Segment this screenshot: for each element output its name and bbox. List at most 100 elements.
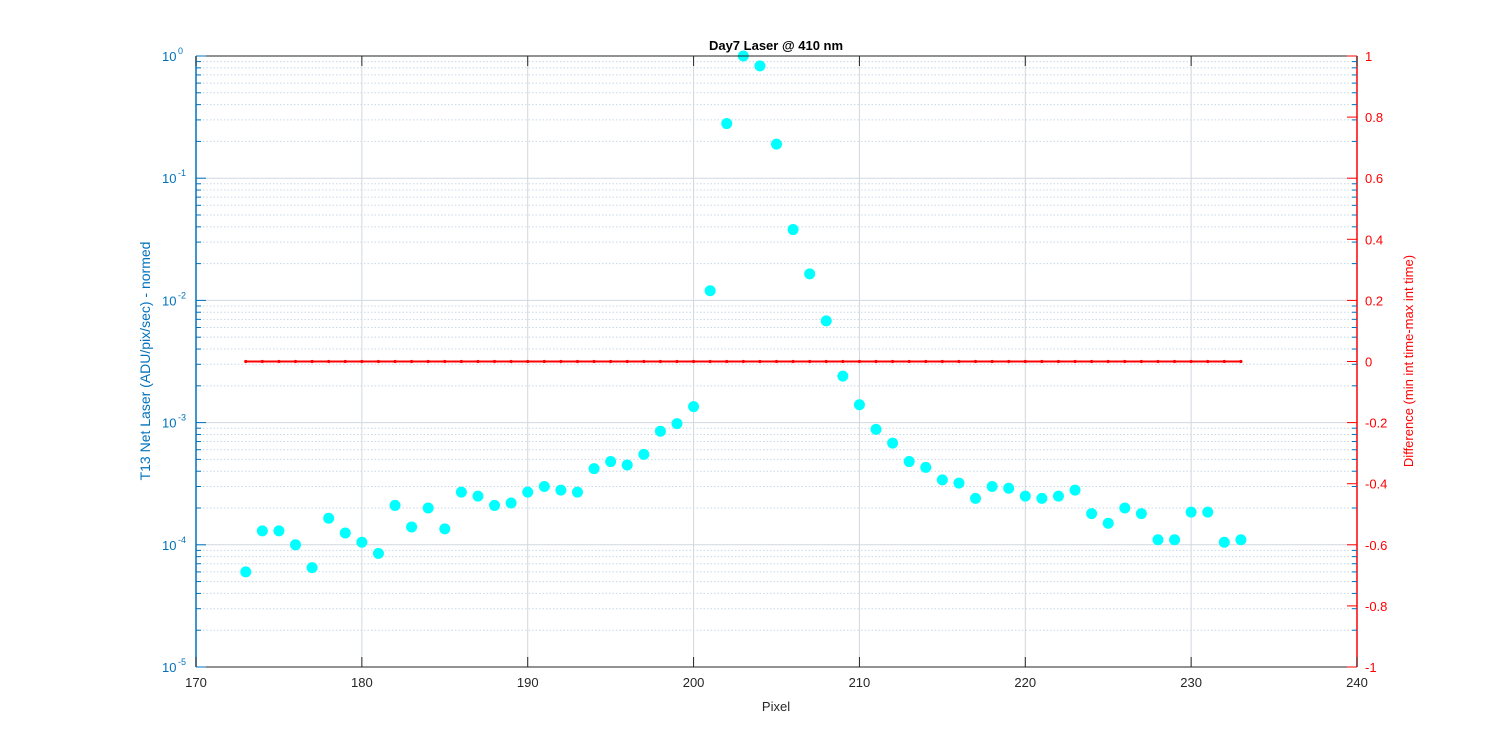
- right-tick-label: 0.2: [1365, 293, 1383, 308]
- difference-point: [609, 359, 613, 364]
- difference-point: [1239, 359, 1243, 364]
- data-point: [538, 480, 550, 492]
- difference-point: [1040, 359, 1044, 364]
- data-point: [273, 525, 285, 537]
- difference-point: [857, 359, 862, 364]
- difference-point: [625, 359, 629, 364]
- data-point: [290, 539, 302, 551]
- data-point: [422, 502, 434, 514]
- right-tick-label: 0.6: [1365, 171, 1383, 186]
- right-tick-label: -0.4: [1365, 477, 1387, 492]
- left-tick-label-exponent: -4: [178, 535, 186, 545]
- data-point: [1052, 490, 1064, 502]
- data-point: [704, 285, 716, 297]
- difference-point: [443, 359, 447, 364]
- right-tick-label: -0.6: [1365, 538, 1387, 553]
- difference-point: [1172, 359, 1177, 364]
- data-point: [771, 138, 782, 150]
- difference-point: [1073, 359, 1077, 364]
- data-point: [1069, 484, 1081, 496]
- difference-point: [708, 359, 712, 364]
- difference-point: [509, 359, 513, 364]
- right-tick-label: 1: [1365, 49, 1372, 64]
- difference-point: [1206, 359, 1210, 364]
- difference-point: [957, 359, 961, 364]
- right-tick-label: -0.8: [1365, 599, 1387, 614]
- data-point: [986, 480, 998, 492]
- right-tick-label: 0: [1365, 355, 1372, 370]
- difference-point: [1106, 359, 1110, 364]
- difference-point: [360, 359, 364, 364]
- difference-point: [808, 359, 812, 364]
- data-point: [1003, 482, 1015, 494]
- difference-point: [725, 359, 729, 364]
- data-point: [1169, 534, 1181, 546]
- data-point: [688, 401, 700, 413]
- data-point: [1036, 492, 1048, 504]
- difference-point: [592, 359, 596, 364]
- right-y-axis-label: Difference (min int time-max int time): [1401, 255, 1416, 467]
- difference-point: [542, 359, 546, 364]
- data-point: [621, 459, 633, 471]
- difference-point: [327, 359, 331, 364]
- data-point: [1135, 508, 1147, 520]
- difference-point: [1023, 359, 1027, 364]
- data-point: [1019, 490, 1031, 502]
- difference-point: [277, 359, 281, 364]
- data-point: [505, 497, 517, 509]
- x-tick-label: 200: [683, 675, 705, 690]
- left-y-axis-label: T13 Net Laser (ADU/pix/sec) - normed: [137, 242, 153, 481]
- data-point: [953, 477, 965, 489]
- left-tick-label: 10: [162, 416, 176, 431]
- data-point: [1152, 534, 1164, 546]
- data-point: [455, 486, 467, 498]
- x-tick-label: 190: [517, 675, 539, 690]
- difference-point: [293, 359, 298, 364]
- left-tick-label: 10: [162, 49, 176, 64]
- difference-point: [1007, 359, 1011, 364]
- left-tick-label-exponent: -2: [178, 290, 186, 300]
- difference-point: [1189, 359, 1193, 364]
- data-point: [1235, 534, 1247, 546]
- data-point: [522, 486, 534, 498]
- x-tick-label: 230: [1180, 675, 1202, 690]
- data-point: [671, 418, 683, 430]
- data-point: [306, 562, 318, 574]
- left-tick-label: 10: [162, 660, 176, 675]
- difference-point: [575, 359, 580, 364]
- difference-point: [1123, 359, 1127, 364]
- data-point: [439, 523, 451, 535]
- difference-point: [244, 359, 248, 364]
- data-point: [804, 268, 816, 280]
- left-tick-label-exponent: -5: [178, 657, 186, 667]
- difference-point: [559, 359, 563, 364]
- difference-point: [1222, 359, 1226, 364]
- data-point: [406, 521, 418, 533]
- data-point: [820, 315, 832, 327]
- difference-point: [774, 359, 779, 364]
- difference-point: [310, 359, 314, 364]
- data-point: [472, 490, 484, 502]
- difference-point: [1139, 359, 1143, 364]
- data-point: [887, 437, 899, 449]
- difference-point: [658, 359, 663, 364]
- x-tick-label: 180: [351, 675, 373, 690]
- data-point: [389, 499, 401, 511]
- difference-point: [907, 359, 911, 364]
- difference-point: [393, 359, 397, 364]
- data-point: [853, 399, 865, 411]
- data-point: [721, 118, 733, 130]
- data-point: [1185, 506, 1197, 518]
- difference-point: [642, 359, 646, 364]
- left-tick-label: 10: [162, 538, 176, 553]
- right-tick-label: -1: [1365, 660, 1377, 675]
- difference-point: [990, 359, 994, 364]
- difference-point: [691, 359, 696, 364]
- data-point: [870, 423, 882, 435]
- data-point: [588, 463, 600, 475]
- data-point: [339, 527, 351, 539]
- difference-point: [526, 359, 530, 364]
- difference-point: [675, 359, 679, 364]
- data-point: [1119, 502, 1131, 514]
- data-point: [936, 474, 948, 486]
